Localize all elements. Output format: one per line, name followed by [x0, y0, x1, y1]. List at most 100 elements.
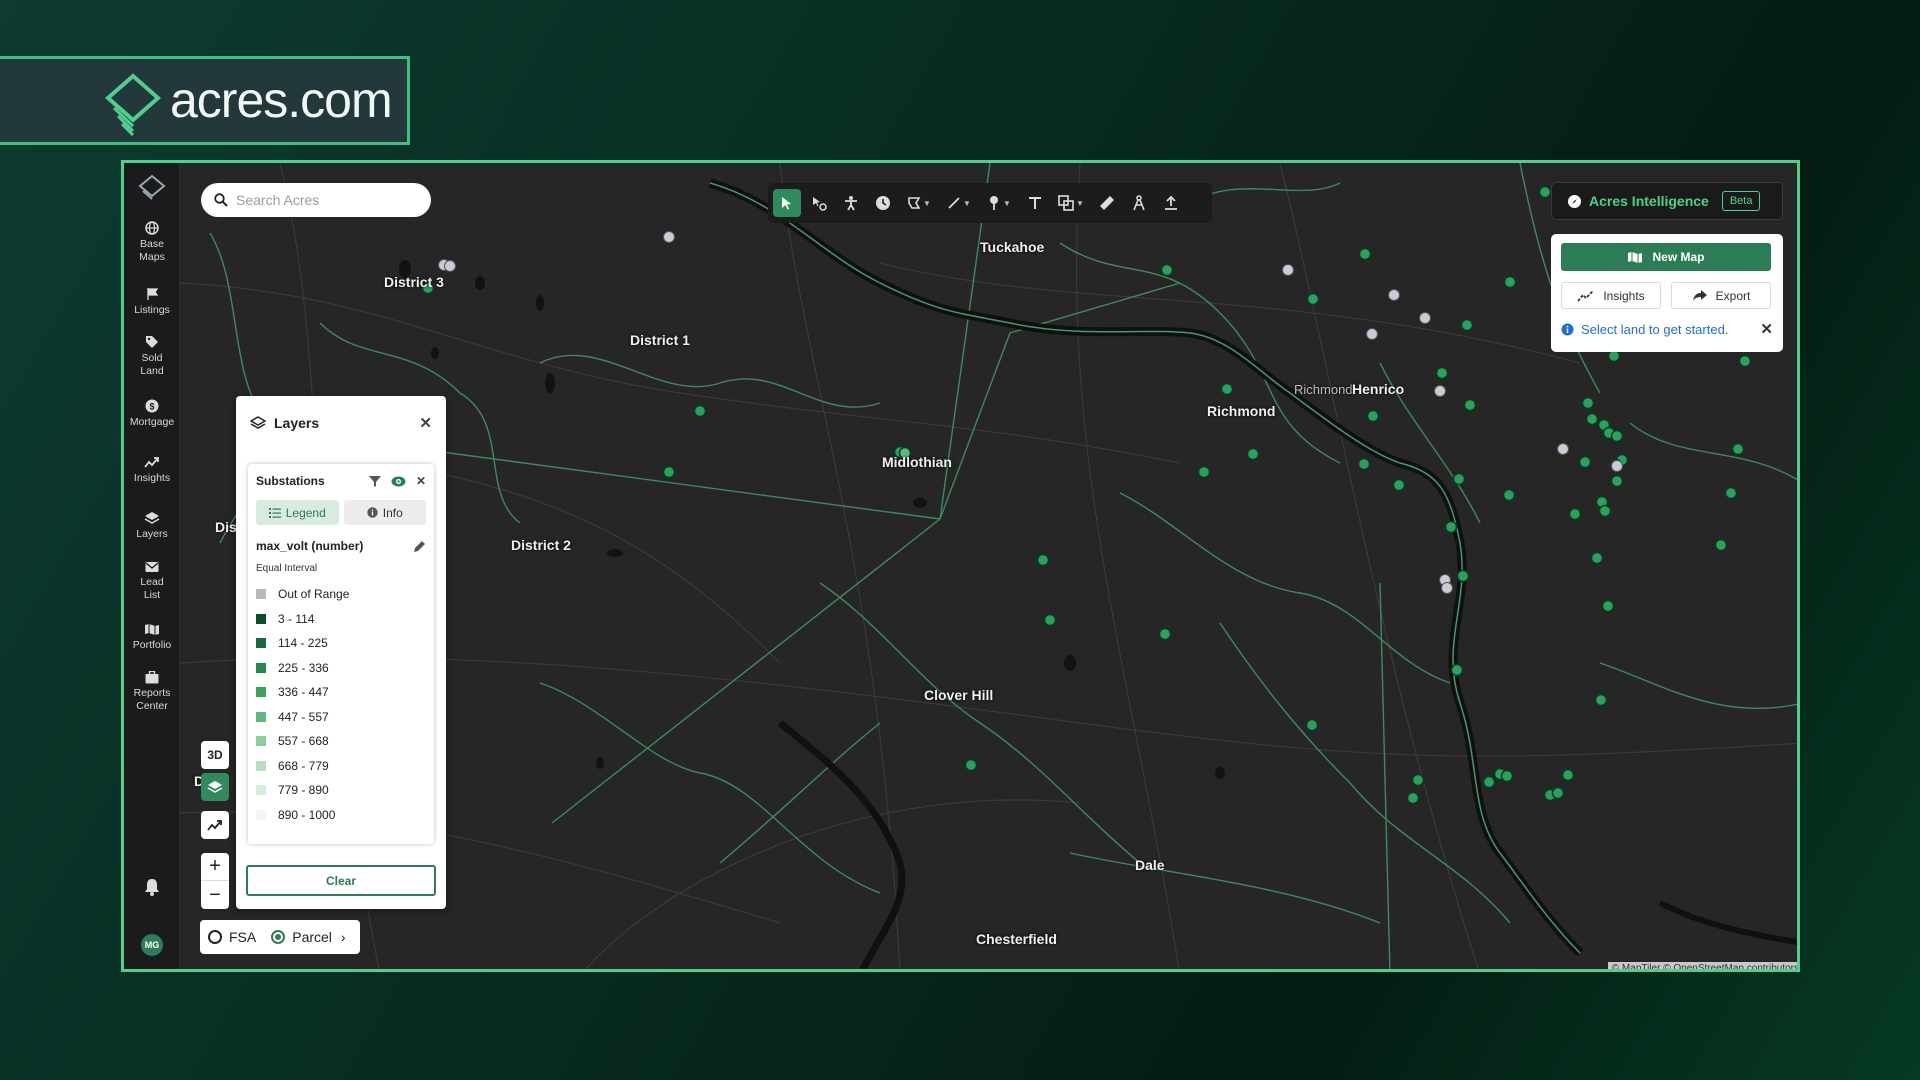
layers-panel-title: Layers	[274, 415, 320, 431]
sidebar-item-lead-list[interactable]: Lead List	[124, 561, 180, 602]
sidebar-item-label: Base	[140, 238, 164, 250]
sidebar-item-layers[interactable]: Layers	[124, 511, 180, 541]
shape-tool[interactable]: ▼	[1053, 189, 1089, 217]
shapes-icon	[1058, 195, 1074, 211]
search-input[interactable]	[236, 192, 416, 208]
legend-label: 225 - 336	[278, 660, 329, 675]
sidebar-item-label: Lead	[140, 576, 164, 588]
acres-logo-icon[interactable]	[137, 173, 167, 203]
sidebar-item-label: Insights	[133, 472, 171, 484]
sidebar: Base Maps Listings Sold Land $ Mortgage …	[124, 163, 180, 969]
map-label-district-2: District 2	[511, 537, 571, 553]
legend-swatch	[256, 613, 266, 624]
legend-label: 447 - 557	[278, 709, 329, 724]
select-multi-tool[interactable]	[805, 189, 833, 217]
clock-tool[interactable]	[869, 189, 897, 217]
parcel-source-toggle: FSA Parcel ›	[200, 920, 360, 954]
eye-icon[interactable]	[391, 476, 406, 487]
search-bar[interactable]	[201, 183, 431, 217]
parcel-radio[interactable]	[271, 930, 286, 944]
insights-toggle-button[interactable]	[201, 811, 229, 839]
tab-legend[interactable]: Legend	[256, 500, 339, 525]
brand-banner: acres.com	[0, 56, 410, 145]
sidebar-item-base-maps[interactable]: Base Maps	[124, 221, 180, 264]
chevron-right-icon[interactable]: ›	[341, 929, 346, 945]
tab-info[interactable]: Info	[343, 500, 426, 525]
avatar[interactable]: MG	[141, 934, 163, 956]
pencil-icon[interactable]	[413, 540, 426, 553]
layer-name: Substations	[256, 474, 325, 488]
sidebar-item-sold-land[interactable]: Sold Land	[124, 335, 180, 378]
sidebar-item-listings[interactable]: Listings	[124, 287, 180, 317]
info-icon	[367, 507, 378, 518]
export-label: Export	[1715, 288, 1751, 303]
legend-item: Out of Range	[256, 582, 426, 607]
chevron-down-icon: ▼	[923, 198, 931, 208]
upload-tool[interactable]	[1157, 189, 1185, 217]
trend-icon	[207, 820, 222, 831]
svg-text:$: $	[149, 402, 154, 412]
measure-tool[interactable]	[1093, 189, 1121, 217]
clear-button[interactable]: Clear	[246, 865, 436, 896]
layers-panel: Layers ✕ Substations ✕ Legend Info max_v…	[236, 396, 446, 909]
map-label-district-3: District 3	[384, 274, 444, 290]
compass-icon	[1568, 194, 1581, 208]
close-icon[interactable]: ✕	[416, 474, 426, 488]
map-label-henrico: Henrico	[1352, 381, 1405, 397]
fsa-radio[interactable]	[208, 930, 222, 944]
clock-icon	[876, 196, 890, 210]
map-label-richmond-city: Richmond	[1294, 382, 1353, 397]
legend-item: 447 - 557	[256, 705, 426, 730]
line-icon	[948, 197, 960, 209]
person-tool[interactable]	[837, 189, 865, 217]
zoom-control: + −	[201, 853, 229, 909]
export-button[interactable]: Export	[1671, 282, 1771, 309]
legend-label: 114 - 225	[278, 636, 328, 651]
legend-list: Out of Range 3 - 114 114 - 225 225 - 336 336…	[256, 582, 426, 827]
layers-icon	[250, 415, 266, 429]
sidebar-item-label: Mortgage	[129, 416, 175, 428]
legend-label: 779 - 890	[278, 783, 329, 798]
sidebar-item-portfolio[interactable]: Portfolio	[124, 623, 180, 652]
cursor-icon	[782, 197, 791, 210]
acres-intelligence-header[interactable]: Acres Intelligence Beta	[1551, 182, 1783, 220]
legend-item: 557 - 668	[256, 729, 426, 754]
tab-legend-label: Legend	[285, 505, 326, 520]
pin-tool[interactable]: ▼	[981, 189, 1017, 217]
sidebar-item-insights[interactable]: Insights	[124, 455, 180, 485]
fsa-label: FSA	[229, 929, 257, 945]
legend-swatch	[256, 589, 266, 600]
legend-swatch	[256, 736, 266, 747]
sidebar-item-label: Reports	[133, 687, 171, 699]
sidebar-item-mortgage[interactable]: $ Mortgage	[124, 399, 180, 429]
flag-icon	[147, 288, 159, 300]
text-tool[interactable]	[1021, 189, 1049, 217]
parcel-label: Parcel	[292, 929, 332, 945]
polygon-icon	[908, 197, 921, 209]
compass-icon	[1133, 195, 1145, 211]
layer-card-substations: Substations ✕ Legend Info max_volt (numb…	[248, 464, 434, 844]
line-tool[interactable]: ▼	[941, 189, 977, 217]
map-label-dale: Dale	[1135, 857, 1165, 873]
beta-badge: Beta	[1721, 191, 1761, 211]
insights-label: Insights	[1603, 288, 1645, 303]
close-icon[interactable]: ✕	[419, 414, 432, 432]
select-pointer-tool[interactable]	[773, 189, 801, 217]
layers-toggle-button[interactable]	[201, 773, 229, 801]
compass-tool[interactable]	[1125, 189, 1153, 217]
close-icon[interactable]: ✕	[1760, 320, 1773, 338]
map-label-clover-hill: Clover Hill	[924, 687, 994, 703]
sidebar-item-label: Center	[136, 700, 168, 712]
toggle-3d-button[interactable]: 3D	[201, 741, 229, 769]
polygon-tool[interactable]: ▼	[901, 189, 937, 217]
map-label-district-1: District 1	[630, 332, 690, 348]
chevron-down-icon: ▼	[1076, 198, 1084, 208]
map-label-tuckahoe: Tuckahoe	[980, 239, 1045, 255]
sidebar-item-reports-center[interactable]: Reports Center	[124, 671, 180, 713]
insights-button[interactable]: Insights	[1561, 282, 1661, 309]
new-map-button[interactable]: New Map	[1561, 243, 1771, 271]
zoom-in-button[interactable]: +	[201, 853, 229, 881]
zoom-out-button[interactable]: −	[201, 881, 229, 909]
filter-icon[interactable]	[368, 475, 381, 487]
bell-icon[interactable]	[143, 877, 161, 897]
